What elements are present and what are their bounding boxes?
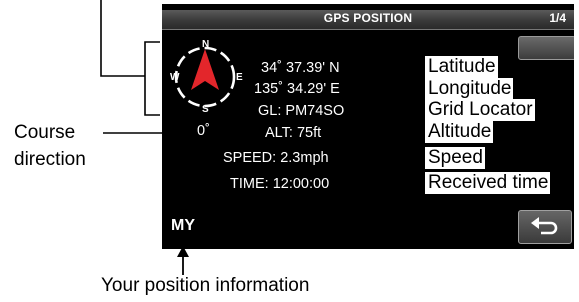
- callout-course-line1: Course: [14, 122, 76, 143]
- callout-received-time: Received time: [425, 172, 551, 194]
- compass-icon: N E S W: [162, 4, 262, 124]
- speed-value: SPEED: 2.3mph: [223, 150, 329, 166]
- callout-speed: Speed: [425, 147, 485, 169]
- back-arrow-icon: [531, 217, 558, 235]
- callout-longitude: Longitude: [425, 78, 514, 100]
- compass-west: W: [170, 72, 180, 83]
- gps-position-screen: GPS POSITION 1/4 N E S W 0˚ 34˚ 37.39' N…: [162, 4, 574, 249]
- side-button[interactable]: [518, 36, 574, 60]
- callout-course-line2: direction: [14, 149, 86, 170]
- time-value: TIME: 12:00:00: [230, 176, 330, 192]
- altitude-value: ALT: 75ft: [265, 125, 322, 141]
- compass-south: S: [202, 104, 209, 115]
- page-indicator: 1/4: [549, 11, 566, 25]
- longitude-value: 135˚ 34.29' E: [254, 81, 340, 97]
- position-source-label: MY: [171, 217, 195, 234]
- compass-north: N: [202, 39, 210, 50]
- latitude-value: 34˚ 37.39' N: [261, 60, 340, 76]
- callout-altitude: Altitude: [425, 121, 494, 143]
- callout-your-position: Your position information: [101, 275, 310, 296]
- callout-latitude: Latitude: [425, 56, 498, 78]
- grid-locator-value: GL: PM74SO: [258, 103, 345, 119]
- callout-grid-locator: Grid Locator: [425, 99, 535, 121]
- back-button[interactable]: [518, 210, 572, 244]
- course-value: 0˚: [197, 123, 210, 139]
- compass-east: E: [236, 72, 243, 83]
